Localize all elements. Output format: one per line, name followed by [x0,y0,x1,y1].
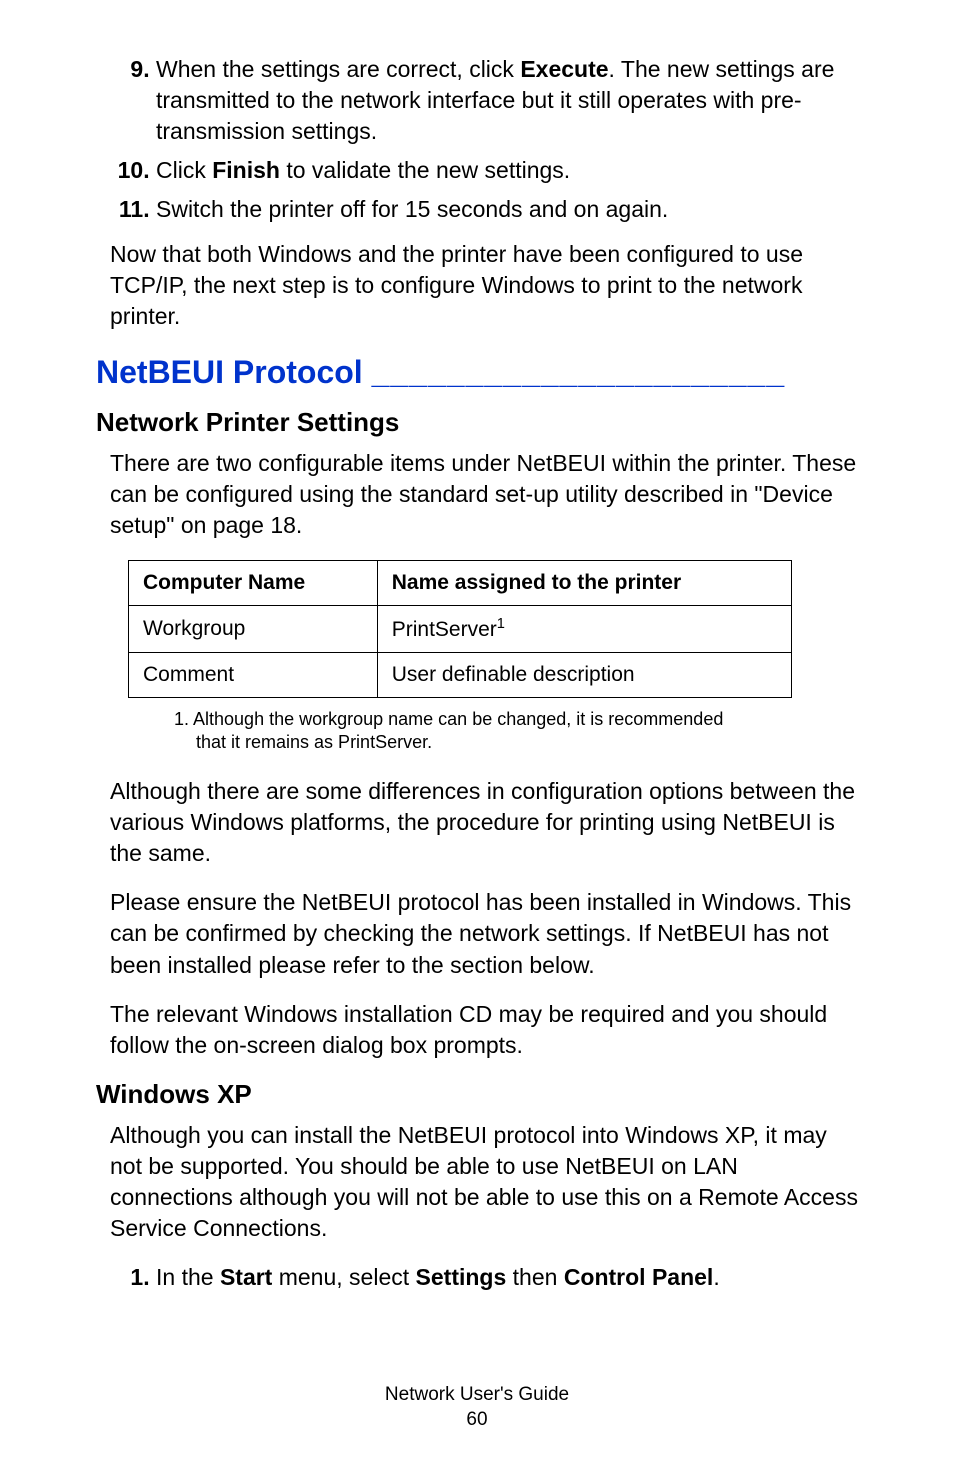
winxp-step1-b3: Control Panel [564,1264,714,1290]
heading-network-printer-settings: Network Printer Settings [96,407,858,438]
table-row: Comment User definable description [129,652,792,697]
step-9-pre: When the settings are correct, click [156,56,520,82]
step-10: Click Finish to validate the new setting… [156,155,858,186]
para-windows-xp: Although you can install the NetBEUI pro… [110,1120,858,1244]
para-differences: Although there are some differences in c… [110,776,858,869]
section-title-netbeui: NetBEUI Protocol ______________________ [96,354,858,391]
page: When the settings are correct, click Exe… [0,0,954,1475]
step-list-top: When the settings are correct, click Exe… [96,54,858,225]
step-11: Switch the printer off for 15 seconds an… [156,194,858,225]
step-9-bold: Execute [520,56,608,82]
printserver-base: PrintServer [392,618,497,641]
page-footer: Network User's Guide 60 [0,1382,954,1433]
footer-title: Network User's Guide [0,1382,954,1408]
para-cd: The relevant Windows installation CD may… [110,999,858,1061]
winxp-step1-mid2: then [506,1264,564,1290]
winxp-step1-b2: Settings [416,1264,507,1290]
td-comment-value: User definable description [377,652,791,697]
winxp-step1-pre: In the [156,1264,220,1290]
para-nps: There are two configurable items under N… [110,448,858,541]
section-title-rule: ______________________ [372,354,786,390]
heading-windows-xp: Windows XP [96,1079,858,1110]
footer-page-number: 60 [0,1407,954,1433]
winxp-step-list: In the Start menu, select Settings then … [96,1262,858,1293]
step-10-bold: Finish [212,157,280,183]
th-name-assigned: Name assigned to the printer [377,560,791,605]
printer-properties-table: Computer Name Name assigned to the print… [128,560,792,698]
step-11-text: Switch the printer off for 15 seconds an… [156,196,668,222]
td-workgroup-label: Workgroup [129,605,378,652]
step-10-pre: Click [156,157,212,183]
winxp-step1-b1: Start [220,1264,272,1290]
winxp-step-1: In the Start menu, select Settings then … [156,1262,858,1293]
para-ensure: Please ensure the NetBEUI protocol has b… [110,887,858,980]
winxp-step1-post: . [713,1264,719,1290]
step-10-post: to validate the new settings. [280,157,570,183]
table-row: Workgroup PrintServer1 [129,605,792,652]
td-comment-label: Comment [129,652,378,697]
td-workgroup-value: PrintServer1 [377,605,791,652]
para-after-steps: Now that both Windows and the printer ha… [110,239,858,332]
table-header-row: Computer Name Name assigned to the print… [129,560,792,605]
th-computer-name: Computer Name [129,560,378,605]
step-9: When the settings are correct, click Exe… [156,54,858,147]
printserver-sup: 1 [497,616,505,632]
section-title-text: NetBEUI Protocol [96,354,372,390]
winxp-step1-mid1: menu, select [272,1264,415,1290]
table-footnote: 1. Although the workgroup name can be ch… [174,708,756,755]
